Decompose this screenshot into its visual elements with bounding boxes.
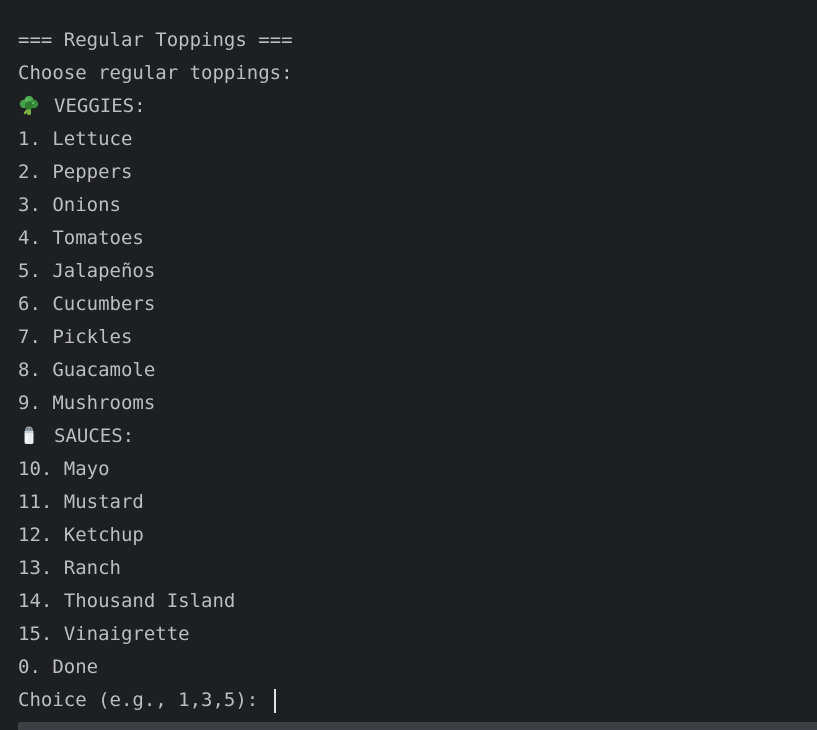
salt-shaker-icon — [18, 424, 40, 446]
list-item: 15. Vinaigrette — [18, 623, 190, 645]
list-item: 14. Thousand Island — [18, 590, 236, 612]
done-option: 0. Done — [18, 656, 99, 678]
list-item: 9. Mushrooms — [18, 392, 156, 414]
console-lines: === Regular Toppings === Choose regular … — [18, 24, 817, 717]
list-item: 4. Tomatoes — [18, 227, 144, 249]
sauces-heading: SAUCES: — [18, 420, 817, 453]
text-cursor — [273, 688, 276, 713]
list-item: 13. Ranch — [18, 557, 121, 579]
list-item: 11. Mustard — [18, 491, 144, 513]
broccoli-icon — [18, 94, 40, 116]
list-item: 12. Ketchup — [18, 524, 144, 546]
horizontal-scrollbar[interactable] — [18, 722, 817, 730]
list-item: 5. Jalapeños — [18, 260, 156, 282]
veggies-heading: VEGGIES: — [18, 90, 817, 123]
veggies-label: VEGGIES: — [54, 95, 146, 117]
list-item: 7. Pickles — [18, 326, 133, 348]
list-item: 10. Mayo — [18, 458, 110, 480]
console-output[interactable]: === Regular Toppings === Choose regular … — [0, 0, 817, 730]
list-item: 1. Lettuce — [18, 128, 133, 150]
list-item: 2. Peppers — [18, 161, 133, 183]
sauces-label: SAUCES: — [54, 425, 135, 447]
list-item: 3. Onions — [18, 194, 121, 216]
input-prompt: Choice (e.g., 1,3,5): — [18, 689, 270, 711]
input-prompt-row[interactable]: Choice (e.g., 1,3,5): — [18, 684, 817, 717]
subheader-line: Choose regular toppings: — [18, 62, 293, 84]
header-line: === Regular Toppings === — [18, 29, 293, 51]
list-item: 8. Guacamole — [18, 359, 156, 381]
list-item: 6. Cucumbers — [18, 293, 156, 315]
